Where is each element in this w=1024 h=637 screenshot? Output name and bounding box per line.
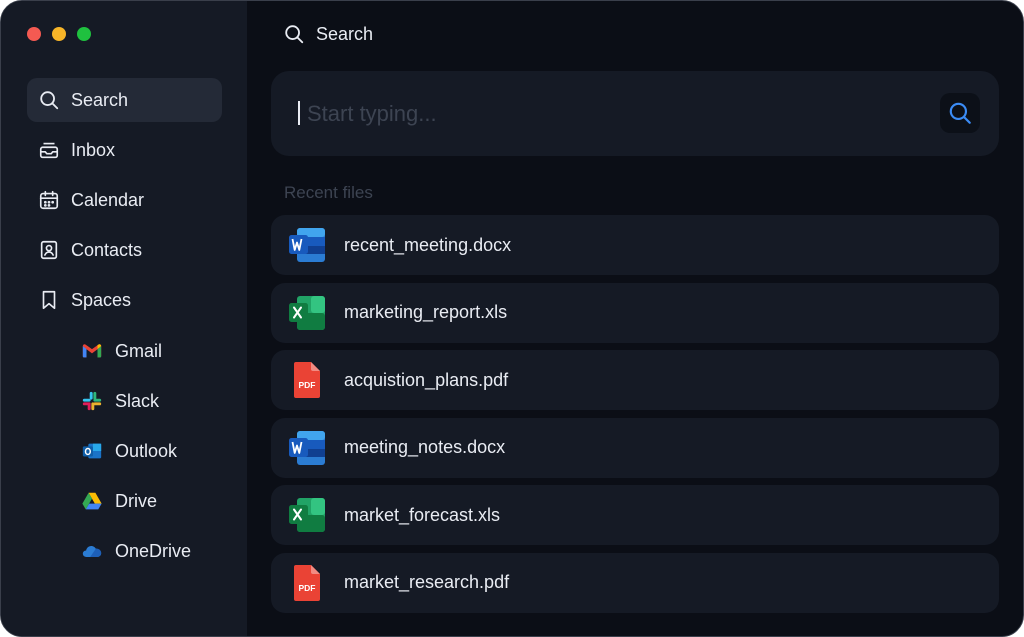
file-name: acquistion_plans.pdf [344,369,509,390]
space-item-label: Slack [115,390,160,411]
text-caret [298,101,300,125]
spaces-list: Gmail Slack Outlook Drive OneDrive [81,329,231,579]
word-file-icon [287,225,327,265]
search-icon [285,25,304,44]
main-panel: Search Recent files recent_meeting.docx … [247,1,1023,636]
pdf-file-icon: PDF [287,563,327,603]
contacts-icon [38,239,60,261]
svg-text:PDF: PDF [299,380,316,390]
file-name: market_research.pdf [344,572,510,592]
sidebar-item-label: Search [71,89,129,110]
app-window: Search Inbox Calendar Contacts Spaces Gm… [0,0,1024,637]
sidebar: Search Inbox Calendar Contacts Spaces Gm… [1,1,247,636]
sidebar-item-calendar[interactable]: Calendar [27,178,222,222]
space-item-slack[interactable]: Slack [81,379,231,423]
space-item-label: Outlook [115,440,178,461]
svg-text:PDF: PDF [299,583,316,593]
minimize-window-button[interactable] [52,27,66,41]
google-drive-icon [81,490,103,512]
space-item-gmail[interactable]: Gmail [81,329,231,373]
sidebar-item-label: Contacts [71,239,143,260]
sidebar-item-spaces[interactable]: Spaces [27,278,222,322]
excel-file-icon [287,495,327,535]
bookmark-icon [38,289,60,311]
file-row[interactable]: PDF market_research.pdf [271,552,999,613]
file-row[interactable]: marketing_report.xls [271,282,999,343]
space-item-onedrive[interactable]: OneDrive [81,529,231,573]
page-title: Search [316,23,374,44]
sidebar-item-inbox[interactable]: Inbox [27,128,222,172]
outlook-icon [81,440,103,462]
sidebar-item-label: Spaces [71,289,132,310]
window-controls [27,27,91,41]
space-item-label: Drive [115,490,158,511]
search-icon [949,102,971,124]
file-name: recent_meeting.docx [344,234,512,255]
calendar-icon [38,189,60,211]
space-item-drive[interactable]: Drive [81,479,231,523]
sidebar-nav: Search Inbox Calendar Contacts Spaces [27,78,222,328]
close-window-button[interactable] [27,27,41,41]
excel-file-icon [287,293,327,333]
gmail-icon [81,340,103,362]
recent-files-list: recent_meeting.docx marketing_report.xls… [271,215,999,620]
space-item-label: OneDrive [115,540,192,561]
onedrive-icon [81,540,103,562]
file-row[interactable]: meeting_notes.docx [271,417,999,478]
sidebar-item-label: Inbox [71,139,116,160]
sidebar-item-label: Calendar [71,189,145,210]
search-button[interactable] [940,93,980,133]
sidebar-item-search[interactable]: Search [27,78,222,122]
file-name: market_forecast.xls [344,504,501,525]
space-item-label: Gmail [115,340,163,361]
file-row[interactable]: market_forecast.xls [271,485,999,545]
recent-files-heading: Recent files [284,183,373,202]
file-row[interactable]: PDF acquistion_plans.pdf [271,350,999,410]
file-row[interactable]: recent_meeting.docx [271,215,999,275]
word-file-icon [287,428,327,468]
file-name: marketing_report.xls [344,302,508,322]
page-header: Search [283,23,373,45]
inbox-icon [38,139,60,161]
slack-icon [81,390,103,412]
pdf-file-icon: PDF [287,360,327,400]
search-bar [271,71,999,156]
space-item-outlook[interactable]: Outlook [81,429,231,473]
sidebar-item-contacts[interactable]: Contacts [27,228,222,272]
maximize-window-button[interactable] [77,27,91,41]
file-name: meeting_notes.docx [344,437,506,457]
search-input[interactable] [307,99,907,129]
search-icon [38,89,60,111]
